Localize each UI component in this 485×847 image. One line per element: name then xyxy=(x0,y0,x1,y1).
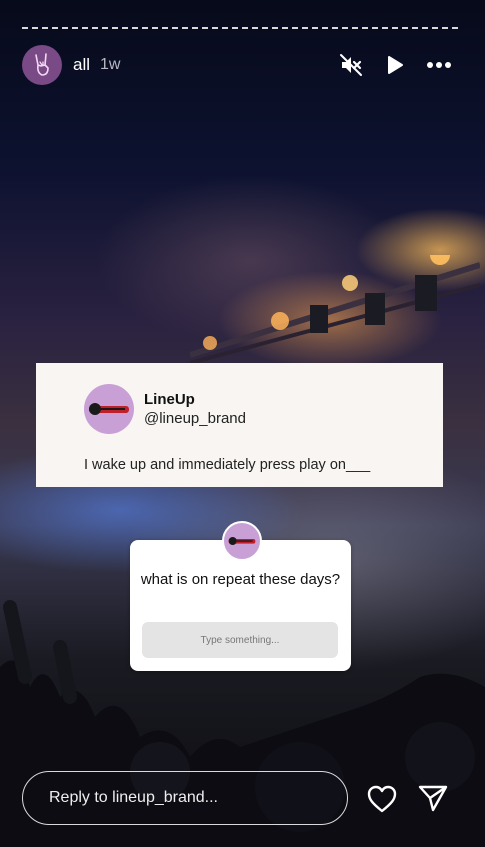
reply-field[interactable] xyxy=(22,771,348,825)
mute-button[interactable] xyxy=(338,52,364,78)
guitar-logo-icon xyxy=(228,537,256,545)
story-viewer: all 1w LineUp @lineup_brand I wake up an… xyxy=(0,0,485,847)
send-button[interactable] xyxy=(417,783,449,813)
stage-rig-image xyxy=(190,255,480,365)
profile-avatar[interactable] xyxy=(22,45,62,85)
quoted-post-card[interactable]: LineUp @lineup_brand I wake up and immed… xyxy=(36,363,443,487)
heart-icon xyxy=(367,785,397,813)
brand-handle: @lineup_brand xyxy=(144,410,246,427)
story-time: 1w xyxy=(100,56,121,73)
story-controls xyxy=(338,52,452,78)
reply-input[interactable] xyxy=(23,772,347,824)
post-text: I wake up and immediately press play on_… xyxy=(84,457,371,473)
brand-avatar[interactable] xyxy=(84,384,134,434)
rock-hand-icon xyxy=(35,53,49,76)
question-text: what is on repeat these days? xyxy=(140,571,341,588)
story-username[interactable]: all xyxy=(73,55,90,75)
like-button[interactable] xyxy=(366,784,398,814)
brand-name: LineUp xyxy=(144,391,195,408)
guitar-logo-icon xyxy=(89,403,129,415)
story-progress-bar xyxy=(22,27,458,31)
play-button[interactable] xyxy=(382,52,408,78)
play-icon xyxy=(388,56,403,74)
more-options-button[interactable] xyxy=(426,52,452,78)
muted-speaker-icon xyxy=(340,54,362,76)
story-header: all 1w xyxy=(22,44,452,86)
more-options-icon xyxy=(427,62,451,68)
question-sticker-avatar xyxy=(222,521,262,561)
send-icon xyxy=(418,785,448,812)
question-sticker: what is on repeat these days? xyxy=(130,521,351,671)
question-answer-input[interactable] xyxy=(142,622,338,658)
